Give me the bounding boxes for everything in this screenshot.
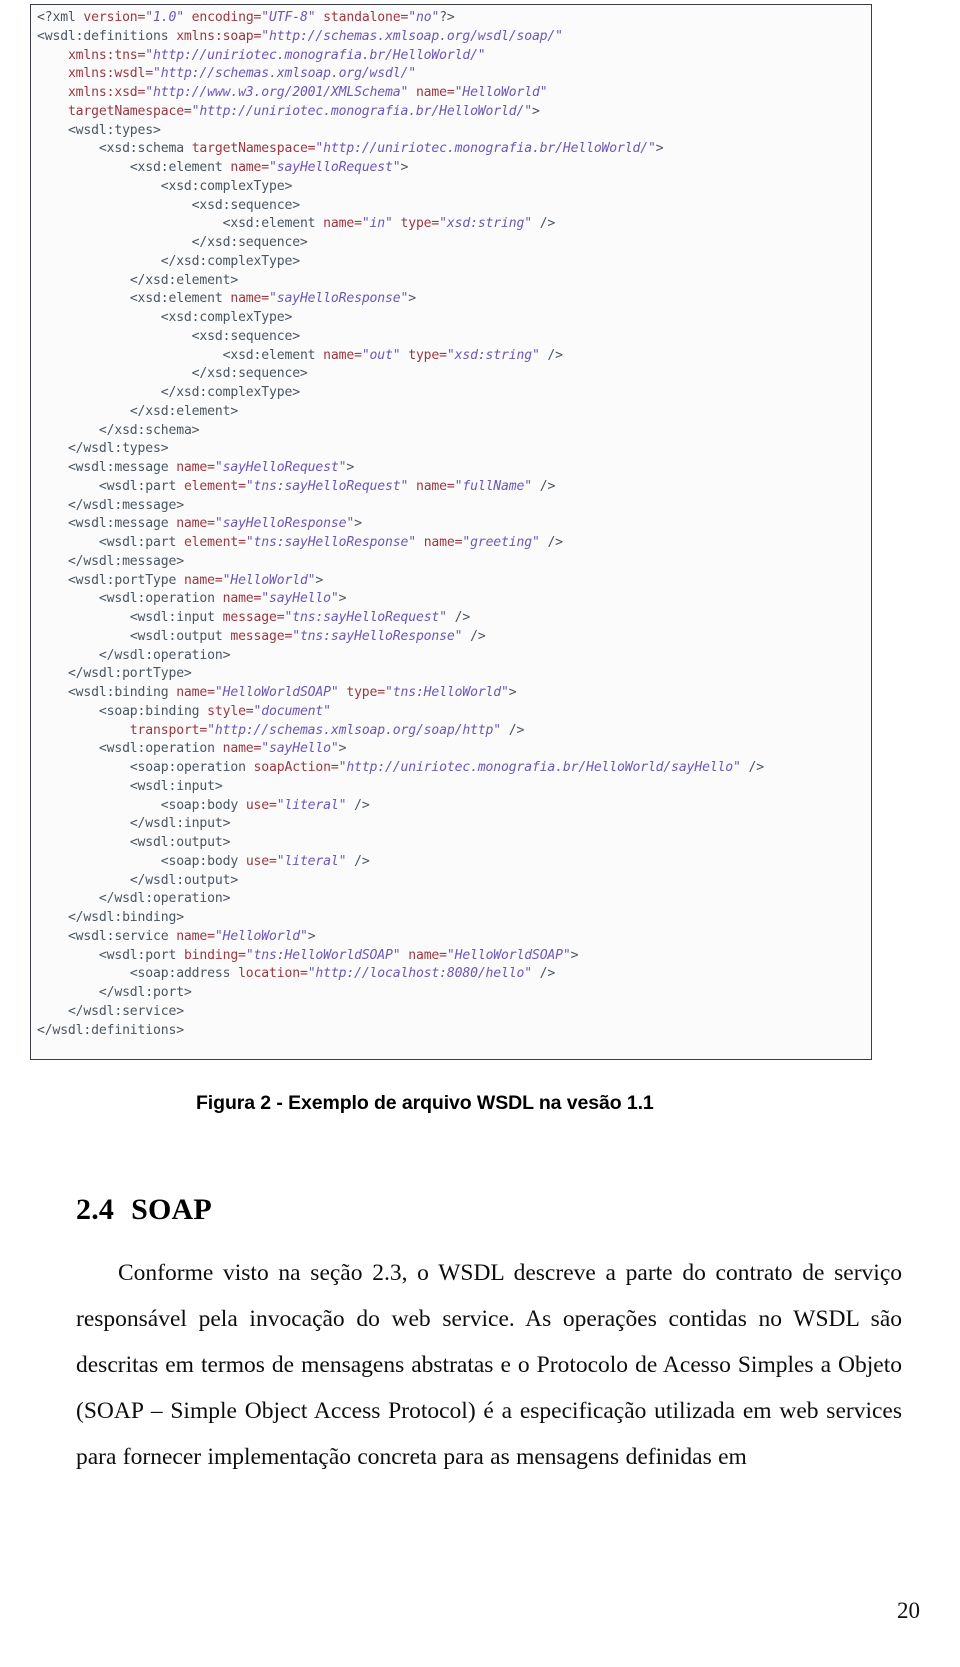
code-line: <xsd:element name="sayHelloRequest"> — [129, 160, 409, 175]
code-line: xmlns:xsd="http://www.w3.org/2001/XMLSch… — [67, 85, 548, 100]
code-line: <soap:operation soapAction="http://uniri… — [129, 760, 764, 775]
code-line: <wsdl:message name="sayHelloRequest"> — [67, 460, 355, 475]
code-line: </xsd:schema> — [98, 422, 200, 438]
code-line: <soap:address location="http://localhost… — [129, 966, 556, 982]
code-line: <xsd:schema targetNamespace="http://unir… — [98, 141, 664, 157]
section-heading: 2.4 SOAP — [76, 1193, 212, 1227]
code-line: <wsdl:part element="tns:sayHelloRequest"… — [98, 478, 556, 494]
code-line: </wsdl:types> — [67, 441, 169, 457]
code-line: <wsdl:output> — [129, 835, 231, 850]
code-line: </xsd:element> — [129, 272, 239, 288]
body-paragraph: Conforme visto na seção 2.3, o WSDL desc… — [76, 1260, 902, 1470]
code-line: </wsdl:portType> — [67, 666, 192, 682]
code-line: <xsd:element name="sayHelloResponse"> — [129, 291, 416, 307]
code-line: <wsdl:input message="tns:sayHelloRequest… — [129, 610, 471, 625]
figure-caption: Figura 2 - Exemplo de arquivo WSDL na ve… — [196, 1092, 654, 1114]
code-line: <wsdl:definitions xmlns:soap="http://sch… — [37, 28, 563, 44]
code-line: <wsdl:operation name="sayHello"> — [98, 741, 347, 757]
code-line: </wsdl:operation> — [98, 647, 231, 663]
code-line: <soap:body use="literal" /> — [160, 797, 370, 813]
code-line: xmlns:tns="http://uniriotec.monografia.b… — [67, 47, 486, 63]
code-line: </wsdl:definitions> — [37, 1022, 184, 1038]
code-line: </wsdl:message> — [67, 497, 184, 513]
code-line: </wsdl:output> — [129, 872, 239, 888]
code-line: </wsdl:service> — [67, 1003, 184, 1019]
code-line: <wsdl:types> — [67, 122, 161, 138]
code-line: </xsd:complexType> — [160, 385, 300, 400]
body-paragraph-container: Conforme visto na seção 2.3, o WSDL desc… — [76, 1250, 902, 1480]
code-line: <?xml version="1.0" encoding="UTF-8" sta… — [37, 10, 455, 25]
code-line: <xsd:complexType> — [160, 310, 293, 325]
code-line: <wsdl:service name="HelloWorld"> — [67, 928, 316, 944]
code-line: <soap:body use="literal" /> — [160, 853, 370, 869]
section-title: SOAP — [131, 1192, 212, 1226]
code-line: <wsdl:input> — [129, 778, 223, 794]
code-line: <wsdl:operation name="sayHello"> — [98, 591, 347, 607]
code-line: </xsd:sequence> — [191, 366, 308, 382]
code-line: <wsdl:binding name="HelloWorldSOAP" type… — [67, 685, 517, 700]
code-line: <xsd:sequence> — [191, 197, 300, 213]
wsdl-code-block: <?xml version="1.0" encoding="UTF-8" sta… — [31, 5, 871, 1059]
code-line: transport="http://schemas.xmlsoap.org/so… — [129, 722, 525, 738]
code-line: <wsdl:part element="tns:sayHelloResponse… — [98, 535, 563, 550]
code-line: <xsd:element name="in" type="xsd:string"… — [222, 216, 556, 232]
code-line: </wsdl:port> — [98, 985, 192, 1000]
code-line: <xsd:complexType> — [160, 178, 293, 194]
code-line: <wsdl:message name="sayHelloResponse"> — [67, 516, 362, 532]
code-line: <wsdl:output message="tns:sayHelloRespon… — [129, 628, 486, 644]
code-line: </xsd:element> — [129, 403, 239, 419]
code-line: </wsdl:binding> — [67, 910, 184, 925]
code-line: <xsd:element name="out" type="xsd:string… — [222, 347, 563, 363]
code-line: </xsd:sequence> — [191, 235, 308, 250]
code-line: <wsdl:port binding="tns:HelloWorldSOAP" … — [98, 947, 579, 963]
code-line: <wsdl:portType name="HelloWorld"> — [67, 572, 324, 588]
code-line: </wsdl:input> — [129, 816, 231, 832]
code-line: xmlns:wsdl="http://schemas.xmlsoap.org/w… — [67, 66, 416, 82]
page-number: 20 — [897, 1598, 920, 1623]
code-line: </xsd:complexType> — [160, 253, 300, 269]
code-line: targetNamespace="http://uniriotec.monogr… — [67, 103, 540, 119]
wsdl-code-figure: <?xml version="1.0" encoding="UTF-8" sta… — [30, 4, 872, 1060]
code-line: <soap:binding style="document" — [98, 703, 331, 719]
code-line: </wsdl:message> — [67, 553, 184, 569]
code-line: <xsd:sequence> — [191, 328, 300, 344]
code-line: </wsdl:operation> — [98, 891, 231, 907]
section-number: 2.4 — [76, 1192, 115, 1226]
